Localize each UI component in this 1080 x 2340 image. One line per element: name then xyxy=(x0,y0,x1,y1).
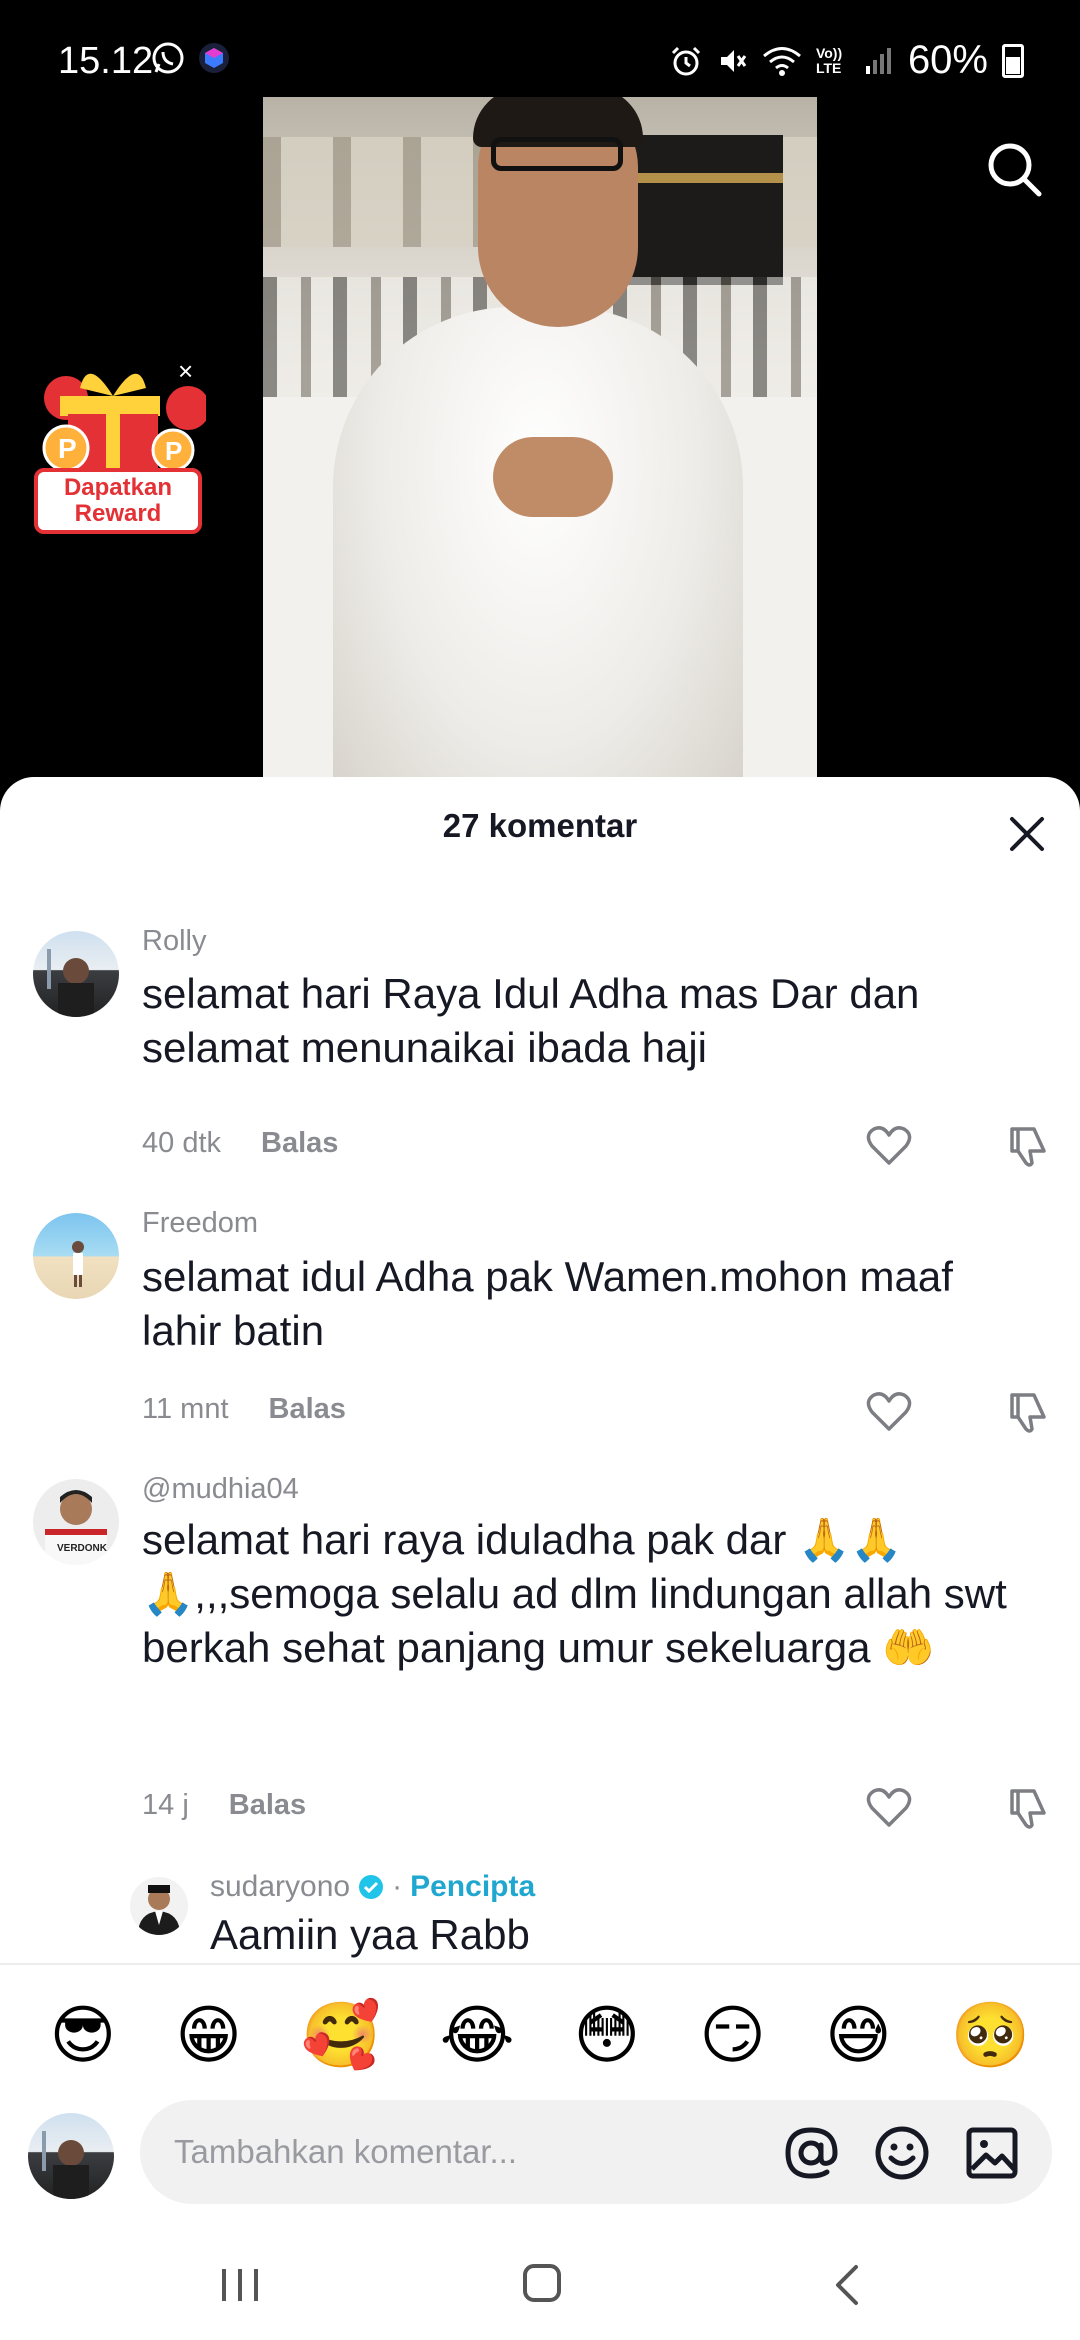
emoji-button[interactable]: 😳 xyxy=(574,2000,641,2070)
divider xyxy=(0,1963,1080,1965)
emoji-button[interactable]: 😏 xyxy=(699,2000,766,2070)
emoji-button[interactable]: 🥺 xyxy=(951,2000,1031,2070)
battery-icon xyxy=(1002,43,1024,78)
volte-icon: Vo)) LTE xyxy=(815,44,843,76)
recent-apps-icon[interactable] xyxy=(218,2265,262,2305)
alarm-icon xyxy=(671,46,700,75)
app-notification-icon xyxy=(199,43,229,73)
emoji-button[interactable]: 🥰 xyxy=(301,2000,381,2070)
emoji-quick-bar: 😎 😁 🥰 😂 😳 😏 😅 🥺 xyxy=(0,1975,1080,2095)
video-player[interactable] xyxy=(263,97,817,780)
verified-icon xyxy=(359,1875,384,1899)
wifi-icon xyxy=(762,46,801,76)
image-icon[interactable] xyxy=(964,2125,1020,2181)
system-nav-bar xyxy=(0,2225,1080,2340)
search-icon[interactable] xyxy=(985,140,1043,198)
reward-label[interactable]: Dapatkan Reward xyxy=(34,468,202,534)
emoji-button[interactable]: 😂 xyxy=(440,2000,515,2070)
mute-icon xyxy=(720,49,747,72)
avatar[interactable] xyxy=(130,1877,188,1935)
whatsapp-icon xyxy=(152,42,184,74)
home-icon[interactable] xyxy=(522,2263,562,2303)
badge-separator: · xyxy=(392,1870,403,1903)
reply-item: sudaryono · Pencipta Aamiin yaa Rabb xyxy=(0,777,1080,1963)
emoji-button[interactable]: 😁 xyxy=(175,2000,242,2070)
svg-text:P: P xyxy=(165,436,182,466)
emoji-button[interactable]: 😅 xyxy=(825,2000,892,2070)
video-person xyxy=(333,307,743,780)
signal-icon xyxy=(865,47,891,74)
battery-percent: 60% xyxy=(907,38,988,82)
emoji-button[interactable]: 😎 xyxy=(50,2000,117,2070)
reply-author[interactable]: sudaryono xyxy=(210,1870,350,1904)
creator-badge: Pencipta xyxy=(410,1870,536,1903)
reward-close-button[interactable]: × xyxy=(178,358,193,384)
avatar[interactable] xyxy=(28,2113,114,2199)
emoji-picker-icon[interactable] xyxy=(874,2125,930,2181)
reply-text: Aamiin yaa Rabb xyxy=(210,1911,530,1958)
status-time: 15.12 xyxy=(58,40,154,82)
mention-icon[interactable] xyxy=(783,2125,839,2181)
comment-composer xyxy=(0,2095,1080,2225)
svg-text:P: P xyxy=(58,433,77,464)
back-icon[interactable] xyxy=(830,2263,864,2307)
